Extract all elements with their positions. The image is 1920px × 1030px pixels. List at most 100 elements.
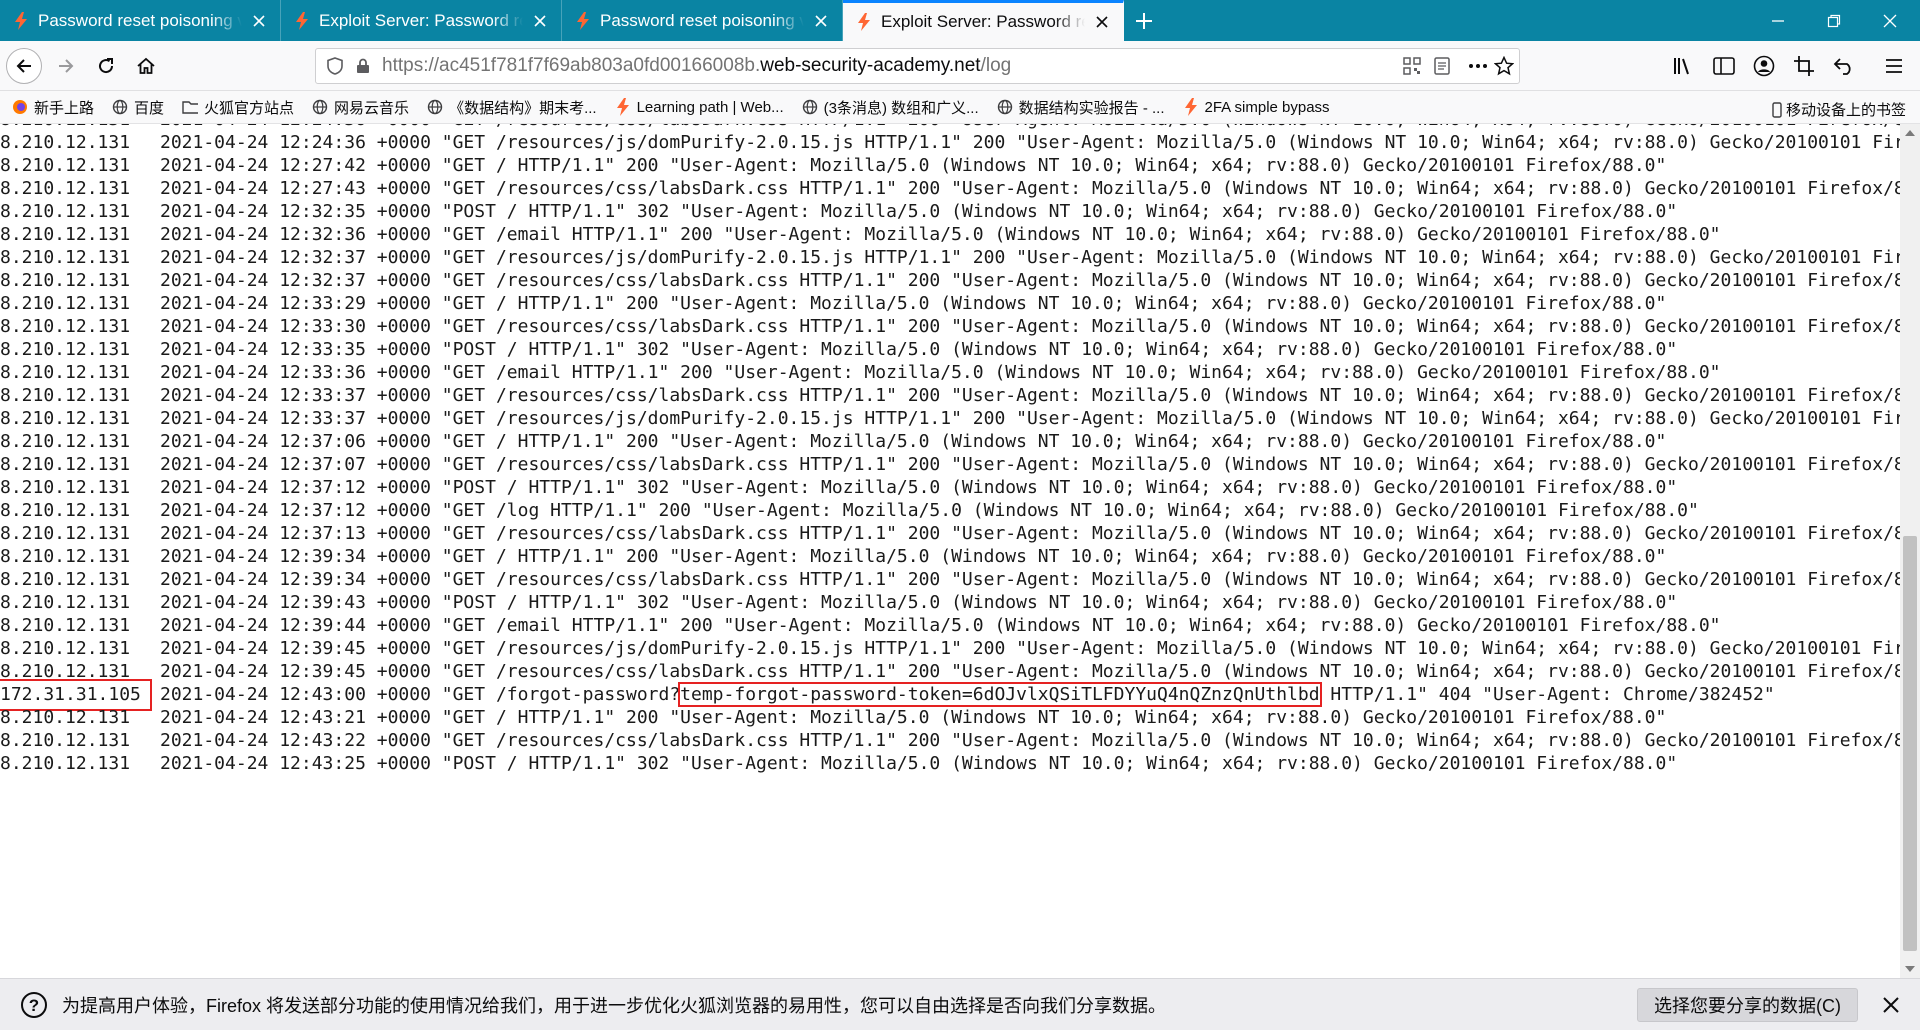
reload-button[interactable] <box>88 48 124 84</box>
minimize-button[interactable] <box>1750 0 1806 41</box>
log-entry: 2021-04-24 12:32:37 +0000 "GET /resource… <box>160 270 1900 291</box>
log-entry: 2021-04-24 12:24:36 +0000 "GET /resource… <box>160 132 1900 153</box>
more-actions-icon[interactable] <box>1467 55 1489 77</box>
bookmarks-toolbar: 新手上路 百度 火狐官方站点 网易云音乐 《数据结构》期末考... Learni… <box>0 91 1920 124</box>
shield-icon[interactable] <box>324 55 346 77</box>
bookmark-star-icon[interactable] <box>1493 55 1515 77</box>
log-entry: 2021-04-24 12:39:44 +0000 "GET /email HT… <box>160 615 1721 636</box>
log-entry: 2021-04-24 12:33:37 +0000 "GET /resource… <box>160 385 1900 406</box>
log-entry: 2021-04-24 12:39:43 +0000 "POST / HTTP/1… <box>160 592 1678 613</box>
bookmark-item[interactable]: 数据结构实验报告 - ... <box>997 97 1165 118</box>
plus-icon <box>1136 12 1152 29</box>
close-icon[interactable] <box>248 10 270 32</box>
globe-icon <box>312 99 328 115</box>
url-path: /log <box>980 55 1012 76</box>
log-entry: 2021-04-24 12:39:45 +0000 "GET /resource… <box>160 661 1900 682</box>
log-entry: 2021-04-24 12:27:42 +0000 "GET / HTTP/1.… <box>160 155 1667 176</box>
tab-title: Password reset poisoning via <box>600 10 804 30</box>
bookmark-label: Learning path | Web... <box>636 98 784 116</box>
log-entry: 2021-04-24 12:43:22 +0000 "GET /resource… <box>160 730 1900 751</box>
bookmark-folder[interactable]: 火狐官方站点 <box>182 97 294 118</box>
close-window-button[interactable] <box>1862 0 1918 41</box>
new-tab-button[interactable] <box>1124 0 1164 41</box>
log-entry: 2021-04-24 12:37:12 +0000 "POST / HTTP/1… <box>160 477 1678 498</box>
close-icon[interactable] <box>1878 992 1904 1018</box>
close-icon[interactable] <box>529 10 551 32</box>
log-entry: 2021-04-24 12:33:37 +0000 "GET /resource… <box>160 408 1900 429</box>
reset-token-highlight: temp-forgot-password-token=6dOJvlxQSiTLF… <box>678 682 1322 707</box>
mobile-bookmarks-label: 移动设备上的书签 <box>1785 102 1906 119</box>
portswigger-icon <box>615 98 631 116</box>
tab-1[interactable]: Password reset poisoning via <box>0 0 281 41</box>
log-entry: 2021-04-24 12:33:35 +0000 "POST / HTTP/1… <box>160 339 1678 360</box>
log-entry: 2021-04-24 12:39:34 +0000 "GET / HTTP/1.… <box>160 546 1667 567</box>
forward-button[interactable] <box>48 48 84 84</box>
bookmark-item[interactable]: 百度 <box>112 97 164 118</box>
portswigger-icon <box>293 11 311 31</box>
url-domain: web-security-academy.net <box>760 55 981 76</box>
bookmark-item[interactable]: 网易云音乐 <box>312 97 409 118</box>
tab-title: Password reset poisoning via <box>38 10 242 30</box>
log-entry: 2021-04-24 12:39:45 +0000 "GET /resource… <box>160 638 1900 659</box>
screenshot-icon[interactable] <box>1792 54 1816 78</box>
svg-text:?: ? <box>29 996 39 1015</box>
bookmark-label: 网易云音乐 <box>334 99 410 117</box>
bookmark-item[interactable]: 《数据结构》期末考... <box>427 97 597 118</box>
sidebar-icon[interactable] <box>1712 54 1736 78</box>
bookmark-item[interactable]: 新手上路 <box>12 97 94 118</box>
log-entry: 2021-04-24 12:37:07 +0000 "GET /resource… <box>160 454 1900 475</box>
globe-icon <box>997 99 1013 115</box>
menu-icon[interactable] <box>1882 54 1906 78</box>
log-ip: 8.210.12.131 <box>0 753 131 774</box>
log-entry: 2021-04-24 12:32:37 +0000 "GET /resource… <box>160 247 1900 268</box>
log-entry: 2021-04-24 12:27:43 +0000 "GET /resource… <box>160 178 1900 199</box>
choose-data-button[interactable]: 选择您要分享的数据(C) <box>1637 988 1858 1022</box>
vertical-scrollbar[interactable] <box>1900 124 1920 978</box>
bookmark-label: 数据结构实验报告 - ... <box>1018 99 1165 117</box>
globe-icon <box>802 99 818 115</box>
portswigger-icon <box>12 11 30 31</box>
close-icon[interactable] <box>1091 11 1113 33</box>
lock-icon[interactable] <box>352 55 374 77</box>
tab-title: Exploit Server: Password rese <box>319 10 523 30</box>
portswigger-icon <box>855 12 873 32</box>
log-entry: 2021-04-24 12:37:13 +0000 "GET /resource… <box>160 523 1900 544</box>
back-button[interactable] <box>6 48 42 84</box>
library-icon[interactable] <box>1672 54 1696 78</box>
folder-icon <box>182 99 199 115</box>
log-entry: 2021-04-24 12:32:36 +0000 "GET /email HT… <box>160 224 1721 245</box>
firefox-icon <box>12 99 28 115</box>
navigation-toolbar: https://ac451f781f7f69ab803a0fd00166008b… <box>0 41 1920 91</box>
globe-icon <box>427 99 443 115</box>
tab-title: Exploit Server: Password rese <box>881 12 1085 31</box>
portswigger-icon <box>1183 98 1199 116</box>
restore-button[interactable] <box>1806 0 1862 41</box>
tab-4-active[interactable]: Exploit Server: Password rese <box>843 0 1124 41</box>
qr-code-icon[interactable] <box>1401 55 1423 77</box>
log-entry: 2021-04-24 12:37:12 +0000 "GET /log HTTP… <box>160 500 1699 521</box>
close-icon[interactable] <box>810 10 832 32</box>
log-entry: 2021-04-24 12:43:21 +0000 "GET / HTTP/1.… <box>160 707 1667 728</box>
bookmark-label: 火狐官方站点 <box>204 99 295 117</box>
scroll-thumb[interactable] <box>1903 536 1917 951</box>
url-prefix: https://ac451f781f7f69ab803a0fd00166008b… <box>382 55 761 76</box>
scroll-up-icon <box>1905 130 1915 136</box>
log-entry: 2021-04-24 12:32:35 +0000 "POST / HTTP/1… <box>160 201 1678 222</box>
home-button[interactable] <box>128 48 164 84</box>
log-entry: 2021-04-24 12:33:36 +0000 "GET /email HT… <box>160 362 1721 383</box>
tab-3[interactable]: Password reset poisoning via <box>562 0 843 41</box>
bookmark-item[interactable]: Learning path | Web... <box>615 98 784 116</box>
reader-view-icon[interactable] <box>1431 55 1453 77</box>
url-text[interactable]: https://ac451f781f7f69ab803a0fd00166008b… <box>382 55 1011 77</box>
account-icon[interactable] <box>1752 54 1776 78</box>
log-page: 8.210.12.131 2021-04-24 12:24:36 +0000 "G… <box>0 124 1900 978</box>
bookmark-label: 百度 <box>134 99 165 117</box>
tab-2[interactable]: Exploit Server: Password rese <box>281 0 562 41</box>
undo-icon[interactable] <box>1832 54 1856 78</box>
bookmark-item[interactable]: (3条消息) 数组和广义... <box>802 97 979 118</box>
address-bar[interactable]: https://ac451f781f7f69ab803a0fd00166008b… <box>315 48 1520 84</box>
mobile-bookmarks[interactable]: 移动设备上的书签 <box>1772 99 1906 120</box>
bookmark-item[interactable]: 2FA simple bypass <box>1183 98 1330 116</box>
tab-strip: Password reset poisoning via Exploit Ser… <box>0 0 1920 41</box>
data-sharing-notification: ? 为提高用户体验，Firefox 将发送部分功能的使用情况给我们，用于进一步优… <box>0 978 1920 1030</box>
